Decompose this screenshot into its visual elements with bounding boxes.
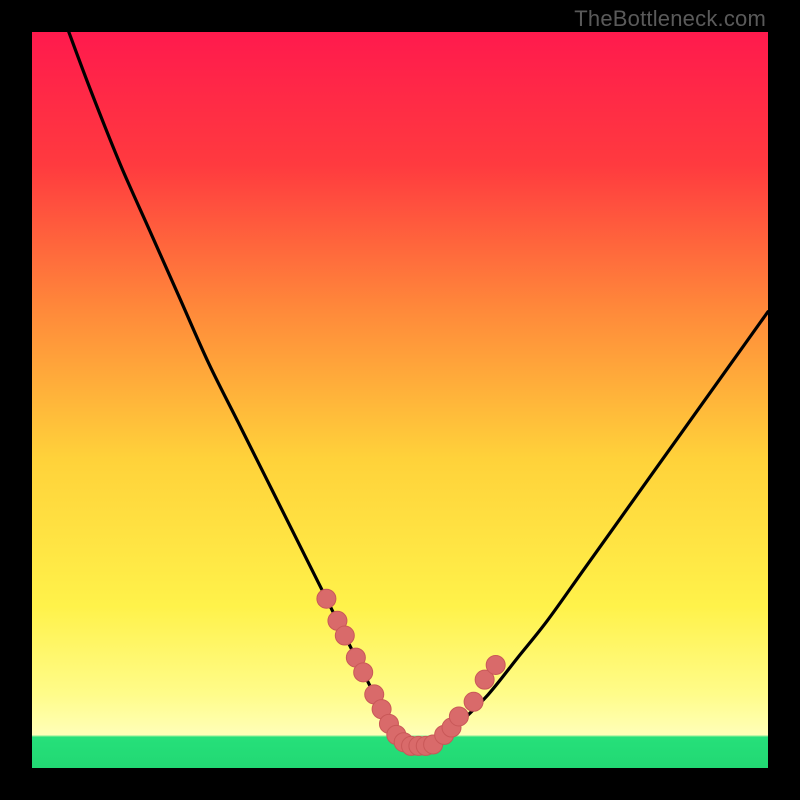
curve-layer bbox=[32, 32, 768, 768]
marker-point bbox=[317, 589, 336, 608]
marker-point bbox=[335, 626, 354, 645]
chart-frame: TheBottleneck.com bbox=[0, 0, 800, 800]
highlight-markers bbox=[317, 589, 505, 755]
plot-area bbox=[32, 32, 768, 768]
marker-point bbox=[486, 655, 505, 674]
marker-point bbox=[354, 663, 373, 682]
marker-point bbox=[464, 692, 483, 711]
watermark-text: TheBottleneck.com bbox=[574, 6, 766, 32]
marker-point bbox=[449, 707, 468, 726]
bottleneck-curve bbox=[69, 32, 768, 746]
